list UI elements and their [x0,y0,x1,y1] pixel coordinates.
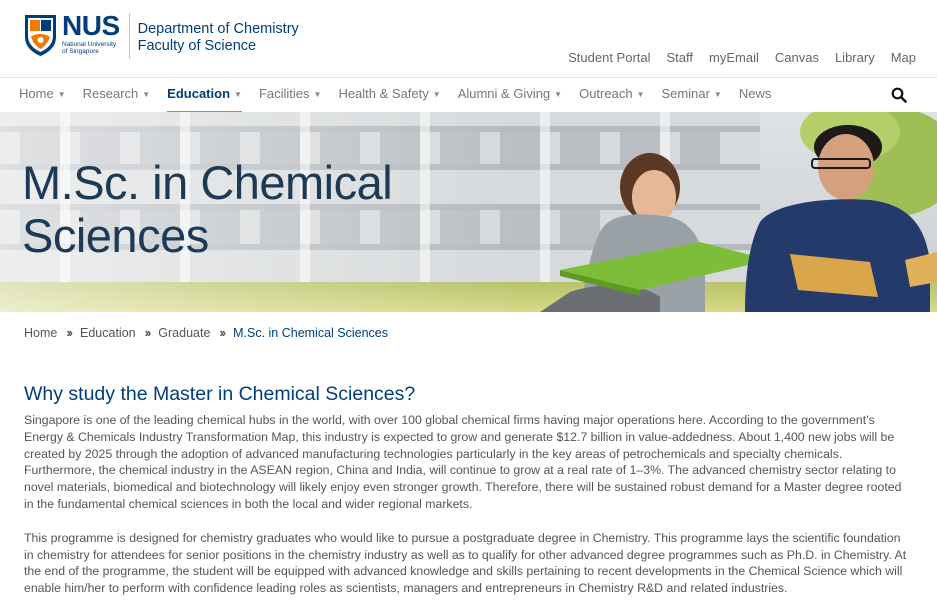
logo-divider [128,13,130,59]
double-chevron-right-icon: ›› [66,325,73,340]
double-chevron-right-icon: ›› [144,325,152,340]
double-chevron-right-icon: ›› [219,325,226,340]
nav-item-home[interactable]: Home ▼ [19,86,66,113]
search-icon[interactable] [891,87,907,103]
nus-subtitle-2: of Singapore [62,48,99,55]
site-header: NUS National University of Singapore Dep… [0,0,937,77]
caret-down-icon: ▼ [234,90,242,99]
section-heading: Why study the Master in Chemical Science… [24,383,416,405]
hero-title-line-1: M.Sc. in Chemical [22,156,393,209]
nav-label: Education [167,86,231,101]
nav-item-alumni-giving[interactable]: Alumni & Giving ▼ [458,86,562,113]
nav-item-outreach[interactable]: Outreach ▼ [579,86,644,113]
nav-label: Seminar [661,86,710,101]
main-nav: Home ▼ Research ▼ Education ▼ Facilities ▼ H… [0,77,937,113]
nus-logo[interactable]: NUS National University of Singapore Dep… [23,10,299,59]
caret-down-icon: ▼ [636,90,645,99]
nav-item-education[interactable]: Education ▼ [167,86,242,113]
breadcrumb-current: M.Sc. in Chemical Sciences [233,325,389,340]
breadcrumb-graduate[interactable]: Graduate [158,326,210,340]
nus-crest-icon [25,15,56,56]
nus-subtitle-1: National University [62,41,117,48]
nav-item-facilities[interactable]: Facilities ▼ [259,86,322,113]
nav-item-news[interactable]: News [739,86,772,113]
nav-item-research[interactable]: Research ▼ [83,86,151,113]
utility-link-student-portal[interactable]: Student Portal [568,50,650,65]
nav-label: Alumni & Giving [457,86,551,101]
nus-wordmark: NUS [62,10,120,41]
nav-label: Home [19,86,54,101]
caret-down-icon: ▼ [142,90,151,99]
paragraph-1: Singapore is one of the leading chemical… [24,413,902,511]
nav-label: Outreach [579,86,633,101]
utility-links: Student Portal Staff myEmail Canvas Libr… [568,50,916,65]
breadcrumb-education[interactable]: Education [80,326,136,340]
hero-title-line-2: Sciences [22,209,209,262]
dept-line-2: Faculty of Science [137,38,257,54]
department-name[interactable]: Department of Chemistry Faculty of Scien… [138,13,299,55]
nav-item-health-safety[interactable]: Health & Safety ▼ [338,86,440,113]
nav-label: Facilities [258,86,310,101]
main-content: Why study the Master in Chemical Science… [24,381,908,602]
nav-label: News [738,86,772,101]
nav-label: Health & Safety [338,86,429,101]
utility-link-myemail[interactable]: myEmail [709,50,759,65]
utility-link-map[interactable]: Map [891,50,916,65]
breadcrumb: Home ›› Education ›› Graduate ›› M.Sc. i… [24,325,388,340]
caret-down-icon: ▼ [432,90,441,99]
breadcrumb-home[interactable]: Home [24,326,57,340]
nav-item-seminar[interactable]: Seminar ▼ [662,86,722,113]
caret-down-icon: ▼ [313,90,322,99]
caret-down-icon: ▼ [713,90,722,99]
utility-link-canvas[interactable]: Canvas [775,50,819,65]
utility-link-staff[interactable]: Staff [667,50,694,65]
hero-banner: M.Sc. in Chemical Sciences [0,112,937,312]
paragraph-2: This programme is designed for chemistry… [24,530,907,596]
caret-down-icon: ▼ [57,90,66,99]
page-hero-title: M.Sc. in Chemical Sciences [22,156,442,262]
utility-link-library[interactable]: Library [835,50,875,65]
caret-down-icon: ▼ [554,90,563,99]
nav-label: Research [82,86,139,101]
dept-line-1: Department of Chemistry [137,21,299,37]
